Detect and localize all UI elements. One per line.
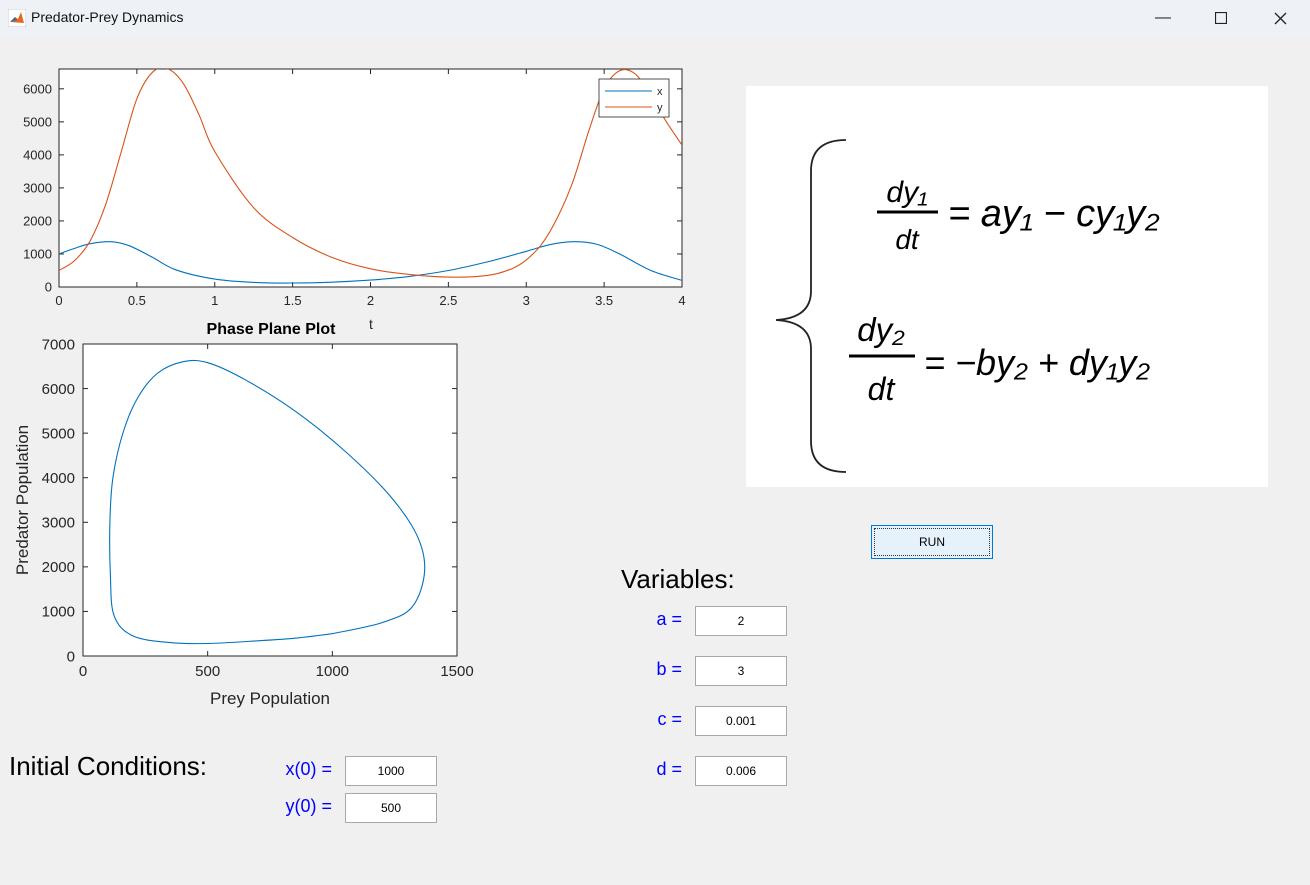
eq2-rhs: = −by₂ + dy₁y₂	[924, 342, 1150, 383]
d-input[interactable]	[695, 756, 787, 786]
tp-xtick-label: 4	[678, 293, 685, 308]
tp-xtick-label: 3.5	[595, 293, 613, 308]
tp-xtick-label: 2.5	[439, 293, 457, 308]
x0-label: x(0) =	[285, 759, 332, 779]
tp-xtick-label: 0.5	[128, 293, 146, 308]
pp-ytick-label: 6000	[42, 381, 75, 398]
minimize-button[interactable]: —	[1134, 0, 1192, 36]
b-input[interactable]	[695, 656, 787, 686]
tp-ytick-label: 2000	[23, 213, 52, 228]
phase-plot-title: Phase Plane Plot	[207, 321, 337, 338]
tp-ytick-label: 0	[45, 280, 52, 295]
phase-plot-axes	[82, 343, 458, 657]
phase-plane-plot: Phase Plane Plot 0 500 1000 1500 0 1000 2000 30…	[13, 321, 474, 708]
b-label: b =	[656, 659, 682, 679]
tp-ytick-label: 4000	[23, 147, 52, 162]
window-title: Predator-Prey Dynamics	[31, 9, 184, 25]
y0-label: y(0) =	[285, 796, 332, 816]
a-input[interactable]	[695, 606, 787, 636]
pp-ytick-label: 3000	[42, 515, 75, 532]
c-label: c =	[657, 709, 682, 729]
x0-input[interactable]	[345, 756, 437, 786]
pp-ytick-label: 7000	[42, 336, 75, 353]
close-button[interactable]	[1251, 0, 1309, 36]
tp-ytick-label: 6000	[23, 81, 52, 96]
tp-xtick-label: 1	[211, 293, 218, 308]
tp-ytick-label: 5000	[23, 114, 52, 129]
y0-input[interactable]	[345, 793, 437, 823]
close-icon	[1274, 12, 1286, 24]
pp-xtick-label: 0	[79, 663, 87, 680]
initial-conditions-heading: Initial Conditions:	[9, 751, 207, 781]
maximize-button[interactable]	[1192, 0, 1250, 36]
eq1-rhs: = ay₁ − cy₁y₂	[948, 193, 1160, 235]
tp-xtick-label: 1.5	[284, 293, 302, 308]
phase-plot-xlabel: Prey Population	[210, 689, 330, 708]
title-bar: Predator-Prey Dynamics —	[0, 0, 1310, 36]
tp-ytick-label: 3000	[23, 180, 52, 195]
eq1-numerator: dy₁	[886, 176, 927, 209]
pp-ytick-label: 1000	[42, 604, 75, 621]
eq2-denominator: dt	[868, 371, 896, 407]
pp-ytick-label: 4000	[42, 470, 75, 487]
legend-label-x: x	[657, 86, 663, 98]
maximize-icon	[1215, 12, 1227, 24]
variables-heading: Variables:	[621, 564, 735, 594]
pp-ytick-label: 5000	[42, 425, 75, 442]
equation-image: dy₁ dt = ay₁ − cy₁y₂ dy₂ dt = −by₂ + dy₁…	[746, 86, 1268, 487]
time-series-plot: 0 0.5 1 1.5 2 2.5 3 3.5 4 0 1000 2000 3000 4000 5000 60…	[23, 68, 686, 332]
a-label: a =	[656, 609, 682, 629]
pp-xtick-label: 500	[195, 663, 220, 680]
pp-ytick-label: 0	[67, 648, 75, 665]
eq2-numerator: dy₂	[857, 311, 905, 348]
d-label: d =	[656, 759, 682, 779]
run-button[interactable]: RUN	[871, 525, 993, 559]
minimize-icon: —	[1155, 9, 1171, 26]
pp-ytick-label: 2000	[42, 559, 75, 576]
tp-xtick-label: 2	[367, 293, 374, 308]
c-input[interactable]	[695, 706, 787, 736]
eq1-denominator: dt	[895, 224, 920, 255]
tp-ytick-label: 1000	[23, 247, 52, 262]
time-plot-legend: x y	[598, 78, 670, 118]
pp-xtick-label: 1500	[440, 663, 473, 680]
phase-plot-ylabel: Predator Population	[13, 425, 32, 575]
matlab-app-icon	[8, 9, 26, 27]
left-brace-icon	[775, 139, 847, 473]
time-plot-axes	[58, 68, 683, 288]
tp-xtick-label: 3	[523, 293, 530, 308]
tp-xtick-label: 0	[55, 293, 62, 308]
legend-label-y: y	[657, 102, 663, 114]
pp-xtick-label: 1000	[316, 663, 349, 680]
